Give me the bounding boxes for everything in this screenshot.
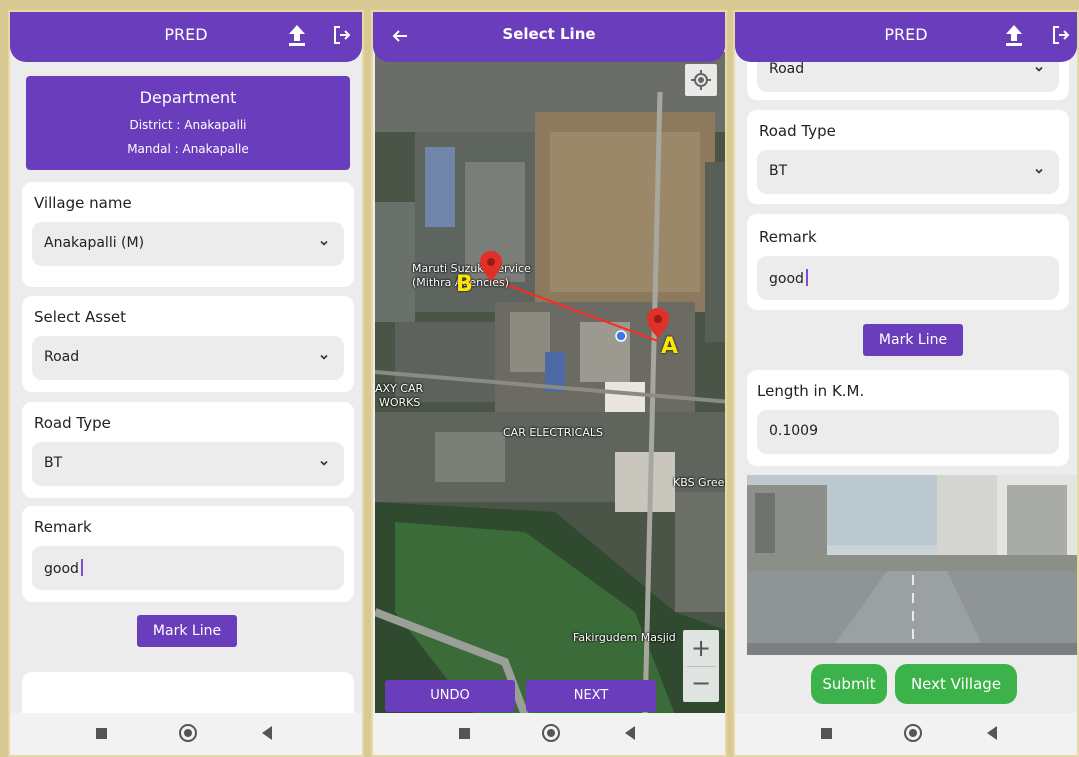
length-card: Length in K.M. 0.1009 — [747, 370, 1069, 466]
next-village-button[interactable]: Next Village — [895, 664, 1017, 704]
map-label-masjid: Fakirgudem Masjid — [573, 631, 676, 644]
back-icon[interactable] — [987, 726, 997, 740]
submit-button[interactable]: Submit — [811, 664, 887, 704]
road-type-dropdown[interactable]: BT — [757, 150, 1059, 194]
screen-form-filled: Road PRED Road Type BT Remark good Mark … — [733, 10, 1079, 757]
map-pin-icon[interactable] — [479, 250, 503, 282]
zoom-out-button[interactable]: − — [683, 666, 719, 702]
asset-dropdown[interactable]: Road — [32, 336, 344, 380]
upload-icon[interactable] — [286, 23, 308, 47]
asset-card: Select Asset Road — [22, 296, 354, 392]
village-card: Village name Anakapalli (M) — [22, 182, 354, 287]
road-type-value: BT — [769, 163, 788, 179]
road-photo — [747, 475, 1077, 655]
app-title: PRED — [884, 25, 928, 44]
remark-input-text: good — [44, 559, 83, 577]
system-nav-bar — [10, 713, 362, 755]
map-imagery — [375, 52, 725, 715]
marker-b-label: B — [456, 272, 473, 297]
length-value: 0.1009 — [769, 423, 818, 439]
asset-value: Road — [44, 349, 80, 365]
remark-card: Remark good — [22, 506, 354, 602]
text-cursor — [80, 559, 83, 576]
system-nav-bar — [373, 713, 725, 755]
chevron-down-icon — [320, 460, 328, 466]
undo-button[interactable]: UNDO — [385, 680, 515, 712]
system-nav-bar — [735, 713, 1077, 755]
remark-label: Remark — [34, 518, 92, 536]
home-icon[interactable] — [904, 724, 922, 742]
village-label: Village name — [34, 194, 132, 212]
department-card: Department District : Anakapalli Mandal … — [26, 76, 350, 170]
mark-line-button[interactable]: Mark Line — [863, 324, 963, 356]
remark-input[interactable]: good — [32, 546, 344, 590]
zoom-in-button[interactable]: + — [683, 630, 719, 666]
asset-label: Select Asset — [34, 308, 127, 326]
marker-a-label: A — [661, 334, 679, 359]
road-type-dropdown[interactable]: BT — [32, 442, 344, 486]
road-type-value: BT — [44, 455, 63, 471]
recents-icon[interactable] — [821, 728, 832, 739]
screen-map: Maruti Suzuki Service (Mithra Agencies) … — [371, 10, 727, 757]
satellite-map[interactable]: Maruti Suzuki Service (Mithra Agencies) … — [375, 52, 725, 715]
back-icon[interactable] — [262, 726, 272, 740]
length-label: Length in K.M. — [757, 382, 865, 400]
asset-value: Road — [769, 61, 805, 77]
remark-label: Remark — [759, 228, 817, 246]
department-title: Department — [139, 88, 237, 107]
app-title: PRED — [164, 25, 208, 44]
text-cursor — [805, 269, 808, 286]
map-label-kbs: KBS Green — [673, 476, 725, 489]
recents-icon[interactable] — [96, 728, 107, 739]
zoom-controls: + − — [683, 630, 719, 702]
remark-card: Remark good — [747, 214, 1069, 310]
road-type-card: Road Type BT — [22, 402, 354, 498]
map-label-axy: AXY CAR — [375, 382, 424, 395]
home-icon[interactable] — [542, 724, 560, 742]
recents-icon[interactable] — [459, 728, 470, 739]
logout-icon[interactable] — [332, 24, 352, 46]
road-type-label: Road Type — [34, 414, 111, 432]
app-bar: PRED — [10, 12, 362, 62]
next-button[interactable]: NEXT — [526, 680, 656, 712]
remark-input-text: good — [769, 269, 808, 287]
map-label-car-electricals: CAR ELECTRICALS — [503, 426, 603, 439]
screen-form: PRED Department District : Anakapalli Ma… — [8, 10, 364, 757]
upload-icon[interactable] — [1003, 23, 1025, 47]
mark-line-button[interactable]: Mark Line — [137, 615, 237, 647]
village-value: Anakapalli (M) — [44, 235, 145, 251]
map-label-works: WORKS — [379, 396, 421, 409]
logout-icon[interactable] — [1051, 24, 1071, 46]
back-icon[interactable] — [625, 726, 635, 740]
my-location-icon — [691, 70, 711, 90]
road-type-card: Road Type BT — [747, 110, 1069, 204]
road-type-label: Road Type — [759, 122, 836, 140]
chevron-down-icon — [320, 354, 328, 360]
app-bar: Select Line — [373, 12, 725, 62]
mandal-text: Mandal : Anakapalle — [127, 142, 249, 156]
app-title: Select Line — [502, 25, 596, 43]
village-dropdown[interactable]: Anakapalli (M) — [32, 222, 344, 266]
chevron-down-icon — [320, 240, 328, 246]
chevron-down-icon — [1035, 66, 1043, 72]
district-text: District : Anakapalli — [129, 118, 247, 132]
remark-input[interactable]: good — [757, 256, 1059, 300]
chevron-down-icon — [1035, 168, 1043, 174]
length-field[interactable]: 0.1009 — [757, 410, 1059, 454]
remark-value: good — [769, 271, 804, 287]
home-icon[interactable] — [179, 724, 197, 742]
my-location-button[interactable] — [685, 64, 717, 96]
remark-value: good — [44, 561, 79, 577]
app-bar: PRED — [735, 12, 1077, 62]
